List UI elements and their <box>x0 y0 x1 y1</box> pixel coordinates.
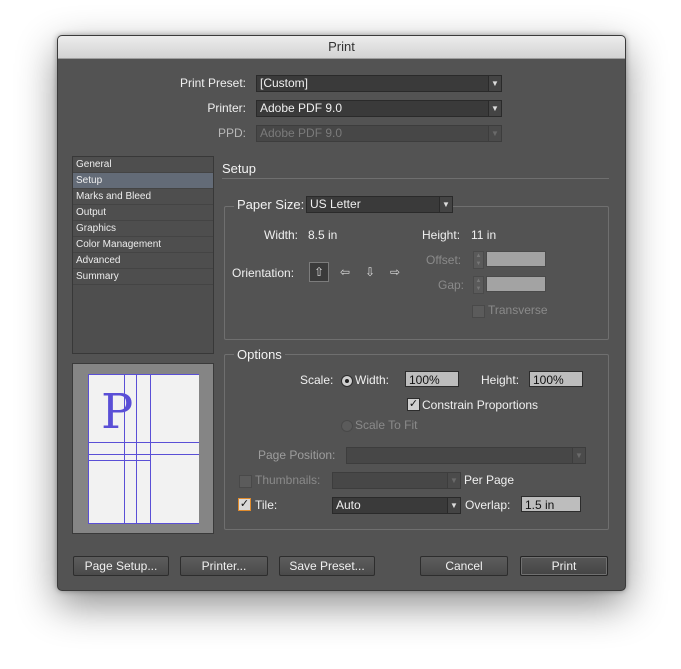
tile-guide-line <box>88 460 150 461</box>
spin-arrows-icon: ▲ ▼ <box>473 276 484 294</box>
tile-guide-line <box>88 454 199 455</box>
sidebar-item-output[interactable]: Output <box>73 205 213 221</box>
setup-heading: Setup <box>222 161 256 176</box>
constrain-proportions-checkbox[interactable]: ✓ <box>407 398 420 411</box>
transverse-label: Transverse <box>488 303 548 317</box>
cancel-button[interactable]: Cancel <box>420 556 508 576</box>
tile-guide-line <box>88 442 199 443</box>
dropdown-arrow-icon: ▼ <box>488 126 501 141</box>
thumbnails-checkbox <box>239 475 252 488</box>
heading-divider <box>222 178 609 179</box>
printer-button[interactable]: Printer... <box>180 556 268 576</box>
tile-label: Tile: <box>255 498 278 512</box>
scale-height-label: Height: <box>481 373 520 387</box>
dropdown-arrow-icon: ▼ <box>572 448 585 463</box>
dropdown-arrow-icon: ▼ <box>439 197 452 212</box>
dropdown-arrow-icon: ▼ <box>447 473 460 488</box>
tile-dropdown[interactable]: Auto ▼ <box>332 497 461 514</box>
sidebar-item-setup[interactable]: Setup <box>73 173 213 189</box>
radio-selected-dot <box>345 379 349 383</box>
scale-width-radio[interactable] <box>341 375 353 387</box>
thumbnails-label: Thumbnails: <box>255 473 321 487</box>
tile-guide-line <box>88 523 199 524</box>
scale-width-field[interactable]: 100% <box>405 371 459 387</box>
print-button[interactable]: Print <box>520 556 608 576</box>
page-position-dropdown: ▼ <box>346 447 586 464</box>
paper-size-dropdown[interactable]: US Letter ▼ <box>306 196 453 213</box>
dropdown-arrow-icon: ▼ <box>488 76 501 91</box>
options-legend: Options <box>234 347 285 362</box>
page-preview: P <box>72 363 214 534</box>
tile-value: Auto <box>336 498 361 512</box>
tile-guide-line <box>136 374 137 524</box>
page-setup-button[interactable]: Page Setup... <box>73 556 169 576</box>
scale-to-fit-radio <box>341 420 353 432</box>
ppd-label: PPD: <box>217 126 246 140</box>
title-bar: Print <box>58 36 625 59</box>
scale-to-fit-label: Scale To Fit <box>355 418 418 432</box>
preview-glyph: P <box>101 384 134 440</box>
page-position-label: Page Position: <box>258 448 336 462</box>
tile-guide-line <box>88 374 199 375</box>
thumbnails-dropdown: ▼ <box>332 472 461 489</box>
sidebar-item-summary[interactable]: Summary <box>73 269 213 285</box>
offset-label: Offset: <box>426 253 462 267</box>
sidebar-item-general[interactable]: General <box>73 157 213 173</box>
paper-size-label: Paper Size: <box>234 197 308 212</box>
sidebar-item-graphics[interactable]: Graphics <box>73 221 213 237</box>
sidebar-item-color-management[interactable]: Color Management <box>73 237 213 253</box>
offset-field <box>486 251 546 267</box>
orientation-label: Orientation: <box>232 266 295 280</box>
ppd-value: Adobe PDF 9.0 <box>260 126 343 140</box>
reverse-portrait-icon[interactable]: ⇩ <box>360 262 380 282</box>
print-preset-value: [Custom] <box>260 76 309 90</box>
paper-height-label: Height: <box>422 228 461 242</box>
constrain-proportions-label: Constrain Proportions <box>422 398 539 412</box>
sidebar-item-marks-and-bleed[interactable]: Marks and Bleed <box>73 189 213 205</box>
paper-width-label: Width: <box>264 228 299 242</box>
spin-arrows-icon: ▲ ▼ <box>473 251 484 269</box>
print-dialog: Print Print Preset: [Custom] ▼ Printer: … <box>57 35 626 591</box>
paper-width-value: 8.5 in <box>308 228 338 242</box>
save-preset-button[interactable]: Save Preset... <box>279 556 375 576</box>
landscape-icon[interactable]: ⇦ <box>335 262 355 282</box>
ppd-dropdown: Adobe PDF 9.0 ▼ <box>256 125 502 142</box>
window-title: Print <box>328 39 355 54</box>
transverse-checkbox <box>472 305 485 318</box>
portrait-icon[interactable]: ⇧ <box>309 262 329 282</box>
gap-label: Gap: <box>438 278 465 292</box>
print-preset-dropdown[interactable]: [Custom] ▼ <box>256 75 502 92</box>
sidebar-item-advanced[interactable]: Advanced <box>73 253 213 269</box>
paper-size-value: US Letter <box>310 197 361 211</box>
checkmark-icon: ✓ <box>408 398 419 410</box>
printer-dropdown[interactable]: Adobe PDF 9.0 ▼ <box>256 100 502 117</box>
overlap-field[interactable]: 1.5 in <box>521 496 581 512</box>
scale-label: Scale: <box>300 373 334 387</box>
tile-guide-line <box>124 374 125 524</box>
tile-guide-line <box>150 374 151 524</box>
dropdown-arrow-icon: ▼ <box>447 498 460 513</box>
dropdown-arrow-icon: ▼ <box>488 101 501 116</box>
per-page-label: Per Page <box>464 473 515 487</box>
overlap-label: Overlap: <box>465 498 511 512</box>
printer-label: Printer: <box>207 101 246 115</box>
tile-checkbox[interactable]: ✓ <box>238 498 251 511</box>
paper-height-value: 11 in <box>471 228 497 242</box>
checkmark-icon: ✓ <box>239 498 250 510</box>
tile-guide-line <box>88 374 89 524</box>
printer-value: Adobe PDF 9.0 <box>260 101 343 115</box>
reverse-landscape-icon[interactable]: ⇨ <box>385 262 405 282</box>
scale-width-label: Width: <box>355 373 390 387</box>
category-list[interactable]: General Setup Marks and Bleed Output Gra… <box>72 156 214 354</box>
print-preset-label: Print Preset: <box>179 76 246 90</box>
gap-field <box>486 276 546 292</box>
scale-height-field[interactable]: 100% <box>529 371 583 387</box>
preview-page: P <box>88 374 199 524</box>
